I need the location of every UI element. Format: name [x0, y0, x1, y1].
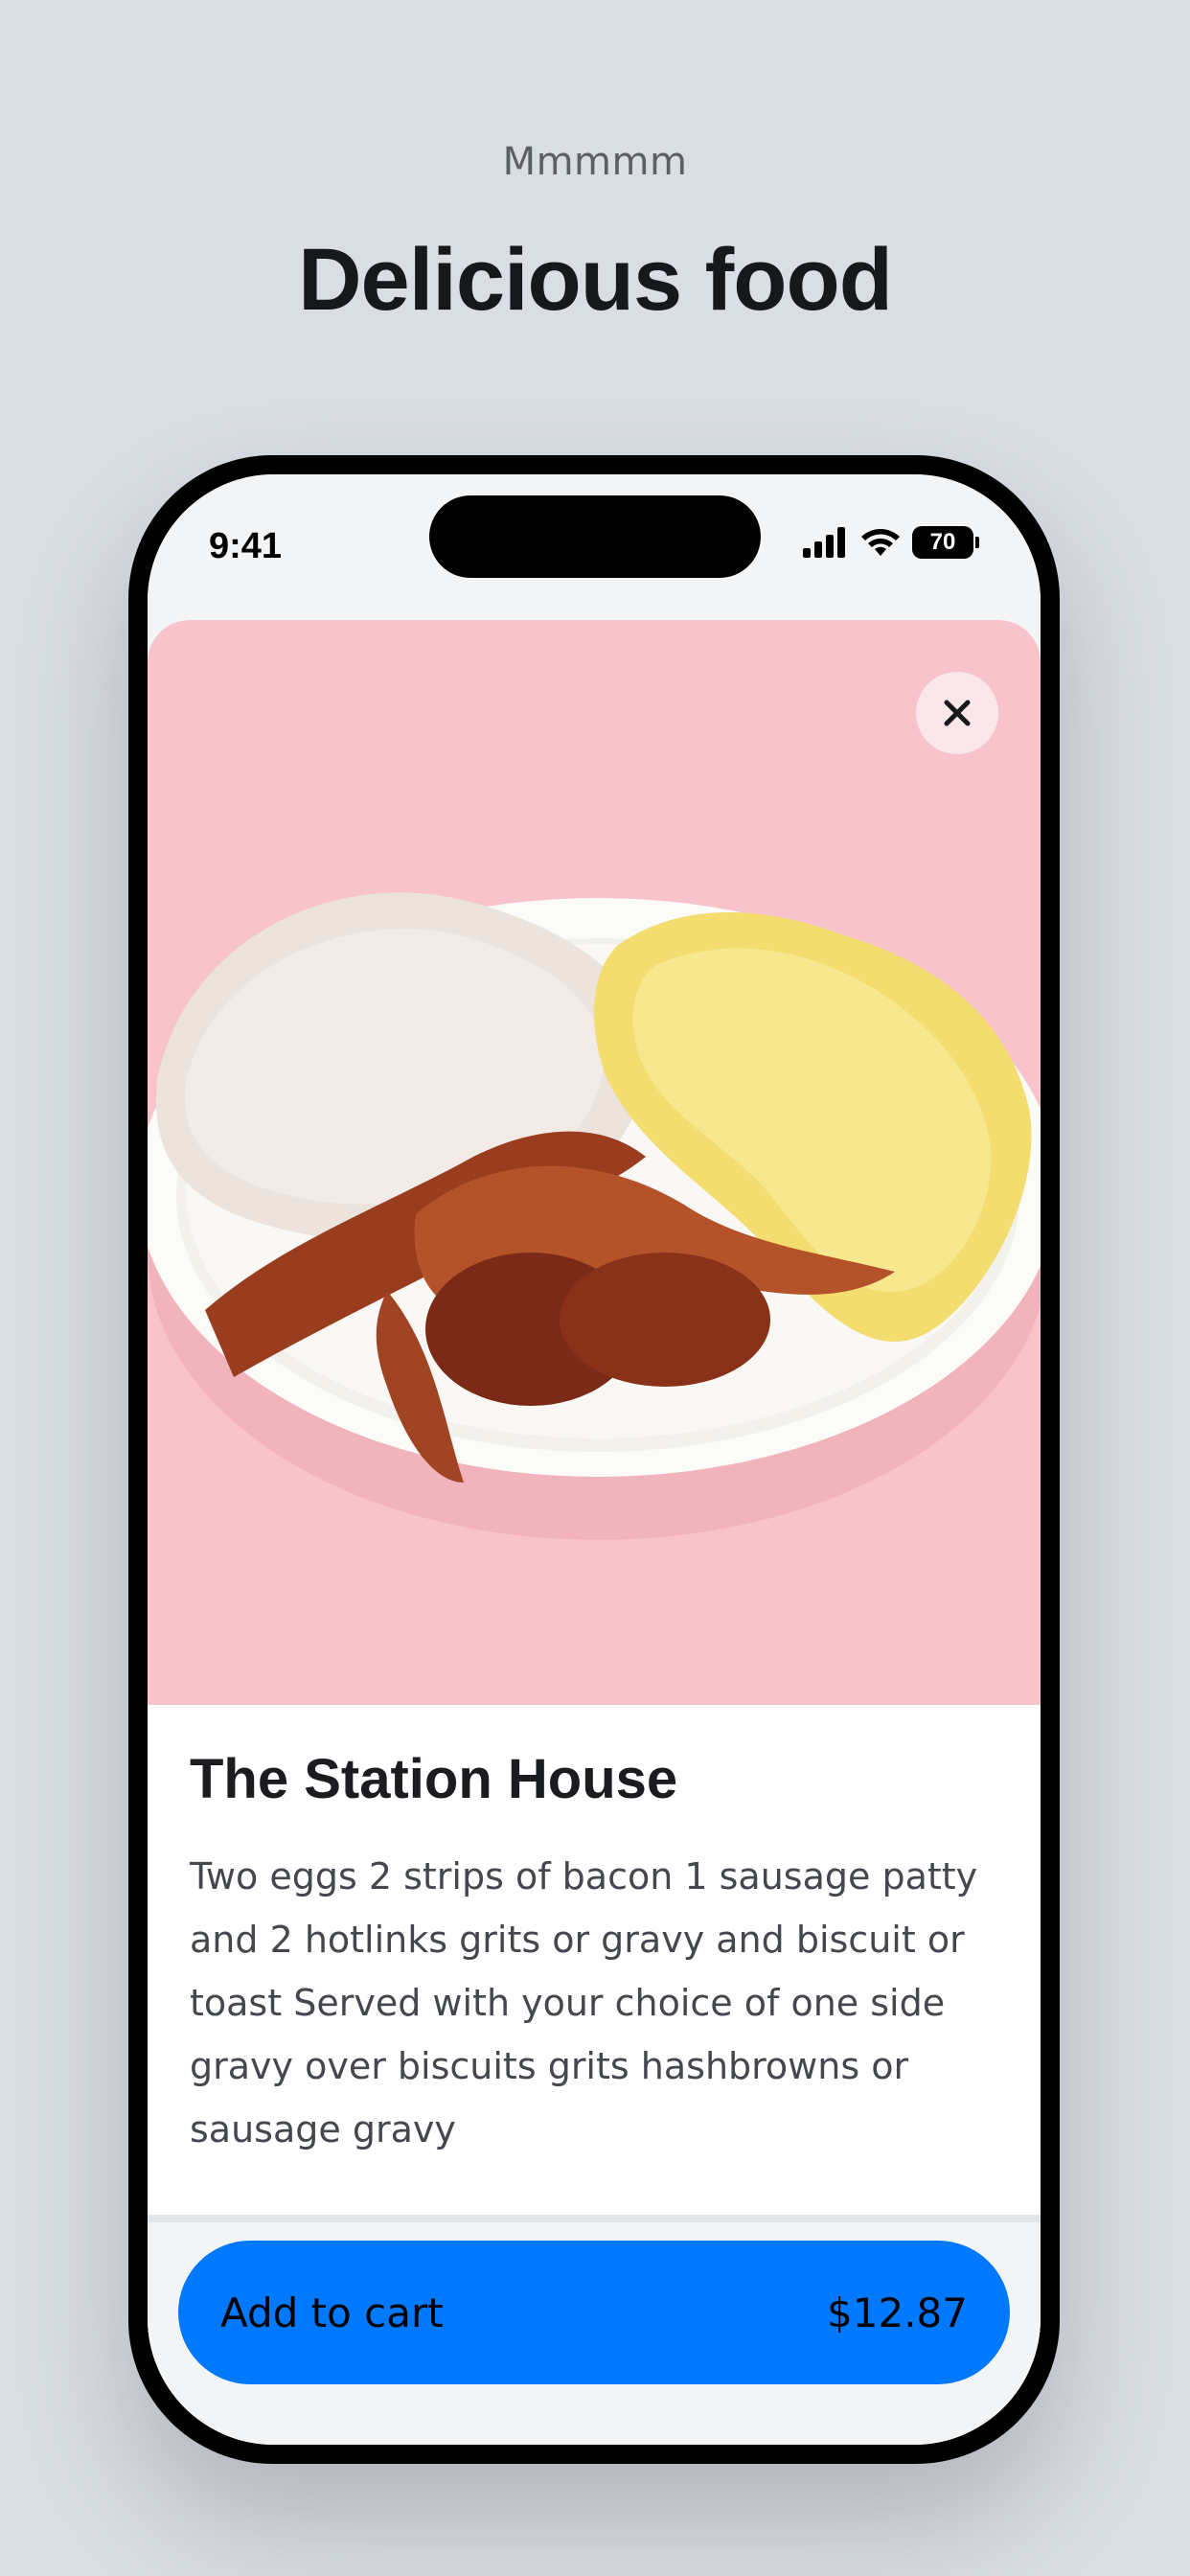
battery-icon: 70	[912, 526, 979, 559]
dynamic-island	[429, 495, 761, 578]
add-to-cart-button[interactable]: Add to cart $12.87	[178, 2241, 1010, 2384]
eyebrow-text: Mmmmm	[502, 140, 688, 184]
status-bar: 9:41 70	[148, 474, 1041, 618]
phone-screen: 9:41 70 The Station House Two eggs 2 str…	[148, 474, 1041, 2445]
close-icon	[944, 700, 971, 726]
phone-frame: 9:41 70 The Station House Two eggs 2 str…	[128, 455, 1060, 2464]
divider	[148, 2215, 1041, 2222]
wifi-icon	[861, 529, 900, 556]
battery-tip	[975, 537, 979, 548]
battery-level: 70	[912, 526, 973, 559]
status-time: 9:41	[209, 526, 283, 566]
price-label: $12.87	[827, 2288, 968, 2336]
page-headline: Delicious food	[298, 231, 893, 329]
status-icons: 70	[803, 526, 979, 559]
product-title: The Station House	[190, 1748, 678, 1810]
plate-illustration	[148, 892, 1041, 1540]
add-to-cart-label: Add to cart	[220, 2288, 444, 2336]
product-sheet: The Station House Two eggs 2 strips of b…	[148, 620, 1041, 2445]
close-button[interactable]	[916, 672, 998, 754]
cellular-signal-icon	[803, 527, 845, 558]
product-description: Two eggs 2 strips of bacon 1 sausage pat…	[190, 1855, 978, 2150]
breakfast-plate-image	[148, 620, 1041, 1705]
